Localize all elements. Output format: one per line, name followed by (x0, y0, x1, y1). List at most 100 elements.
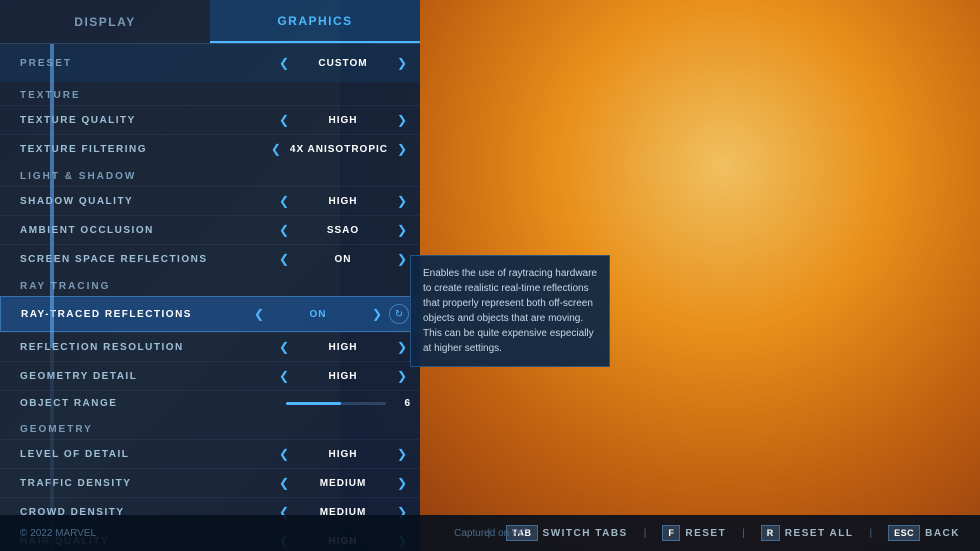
preset-control: ❮ CUSTOM ❯ (276, 56, 410, 70)
ambient-occlusion-value: SSAO (298, 225, 388, 236)
divider-4: | (869, 528, 872, 539)
f-key-label: RESET (685, 528, 726, 539)
divider-3: | (742, 528, 745, 539)
texture-quality-left[interactable]: ❮ (276, 113, 292, 127)
settings-panel: DISPLAY GRAPHICS PRESET ❮ CUSTOM ❯ TEXTU… (0, 0, 420, 551)
setting-ambient-occlusion: AMBIENT OCCLUSION ❮ SSAO ❯ (0, 215, 420, 244)
lod-label: LEVEL OF DETAIL (20, 449, 276, 460)
shadow-quality-label: SHADOW QUALITY (20, 196, 276, 207)
ssr-label: SCREEN SPACE REFLECTIONS (20, 254, 276, 265)
texture-filtering-label: TEXTURE FILTERING (20, 144, 268, 155)
tab-key-label: SWITCH TABS (543, 528, 628, 539)
shadow-quality-left[interactable]: ❮ (276, 194, 292, 208)
object-range-value: 6 (394, 398, 410, 409)
object-range-slider[interactable] (286, 402, 386, 405)
scroll-indicator (50, 44, 54, 551)
setting-object-range: OBJECT RANGE 6 (0, 390, 420, 416)
preset-label: PRESET (20, 58, 276, 69)
section-texture: TEXTURE (0, 82, 420, 105)
lod-left[interactable]: ❮ (276, 447, 292, 461)
ambient-occlusion-right[interactable]: ❯ (394, 223, 410, 237)
texture-filtering-left[interactable]: ❮ (268, 142, 284, 156)
r-key-label: RESET ALL (785, 528, 854, 539)
rtr-right[interactable]: ❯ (369, 307, 385, 321)
bottom-bar: © 2022 MARVEL Captured on PC | TAB SWITC… (0, 515, 980, 551)
esc-key-badge: ESC (888, 525, 920, 541)
texture-filtering-control: ❮ 4X ANISOTROPIC ❯ (268, 142, 410, 156)
f-shortcut: F RESET (662, 525, 726, 541)
traffic-density-right[interactable]: ❯ (394, 476, 410, 490)
setting-level-of-detail: LEVEL OF DETAIL ❮ HIGH ❯ (0, 439, 420, 468)
preset-value: CUSTOM (298, 58, 388, 69)
shadow-quality-value: HIGH (298, 196, 388, 207)
setting-geometry-detail: GEOMETRY DETAIL ❮ HIGH ❯ (0, 361, 420, 390)
traffic-density-left[interactable]: ❮ (276, 476, 292, 490)
reflection-res-label: REFLECTION RESOLUTION (20, 342, 276, 353)
r-key-badge: R (761, 525, 780, 541)
setting-texture-filtering: TEXTURE FILTERING ❮ 4X ANISOTROPIC ❯ (0, 134, 420, 163)
ssr-value: ON (298, 254, 388, 265)
f-key-badge: F (662, 525, 680, 541)
tab-graphics-label: GRAPHICS (277, 14, 352, 28)
shadow-quality-control: ❮ HIGH ❯ (276, 194, 410, 208)
texture-quality-label: TEXTURE QUALITY (20, 115, 276, 126)
captured-text: Captured on PC (454, 528, 526, 539)
tab-graphics[interactable]: GRAPHICS (210, 0, 420, 43)
traffic-density-control: ❮ MEDIUM ❯ (276, 476, 410, 490)
geometry-detail-value: HIGH (298, 371, 388, 382)
lod-right[interactable]: ❯ (394, 447, 410, 461)
tooltip-box: Enables the use of raytracing hardware t… (410, 255, 610, 367)
lod-value: HIGH (298, 449, 388, 460)
section-geometry: GEOMETRY (0, 416, 420, 439)
traffic-density-value: MEDIUM (298, 478, 388, 489)
texture-quality-control: ❮ HIGH ❯ (276, 113, 410, 127)
reflection-res-value: HIGH (298, 342, 388, 353)
bottom-controls: | TAB SWITCH TABS | F RESET | R RESET AL… (488, 525, 960, 541)
reflection-res-right[interactable]: ❯ (394, 340, 410, 354)
lod-control: ❮ HIGH ❯ (276, 447, 410, 461)
rtr-left[interactable]: ❮ (251, 307, 267, 321)
object-range-fill (286, 402, 341, 405)
rtr-refresh-button[interactable]: ↻ (389, 304, 409, 324)
ambient-occlusion-label: AMBIENT OCCLUSION (20, 225, 276, 236)
setting-ray-traced-reflections: RAY-TRACED REFLECTIONS ❮ ON ❯ ↻ (0, 296, 420, 332)
geometry-detail-left[interactable]: ❮ (276, 369, 292, 383)
tooltip-text: Enables the use of raytracing hardware t… (423, 268, 597, 354)
ambient-occlusion-left[interactable]: ❮ (276, 223, 292, 237)
preset-right-arrow[interactable]: ❯ (394, 56, 410, 70)
ssr-control: ❮ ON ❯ (276, 252, 410, 266)
geometry-detail-control: ❮ HIGH ❯ (276, 369, 410, 383)
preset-left-arrow[interactable]: ❮ (276, 56, 292, 70)
setting-shadow-quality: SHADOW QUALITY ❮ HIGH ❯ (0, 186, 420, 215)
copyright-text: © 2022 MARVEL (20, 528, 488, 539)
texture-quality-right[interactable]: ❯ (394, 113, 410, 127)
esc-shortcut: ESC BACK (888, 525, 960, 541)
rtr-value: ON (273, 309, 363, 320)
tab-display-label: DISPLAY (74, 15, 135, 29)
reflection-res-left[interactable]: ❮ (276, 340, 292, 354)
setting-screen-space-reflections: SCREEN SPACE REFLECTIONS ❮ ON ❯ (0, 244, 420, 273)
ssr-left[interactable]: ❮ (276, 252, 292, 266)
tab-display[interactable]: DISPLAY (0, 0, 210, 43)
tab-header: DISPLAY GRAPHICS (0, 0, 420, 44)
setting-traffic-density: TRAFFIC DENSITY ❮ MEDIUM ❯ (0, 468, 420, 497)
settings-content[interactable]: PRESET ❮ CUSTOM ❯ TEXTURE TEXTURE QUALIT… (0, 44, 420, 551)
divider-2: | (644, 528, 647, 539)
reflection-res-control: ❮ HIGH ❯ (276, 340, 410, 354)
texture-filtering-value: 4X ANISOTROPIC (290, 144, 388, 155)
ssr-right[interactable]: ❯ (394, 252, 410, 266)
rtr-control: ❮ ON ❯ (251, 307, 385, 321)
object-range-label: OBJECT RANGE (20, 398, 286, 409)
preset-row: PRESET ❮ CUSTOM ❯ (0, 44, 420, 82)
traffic-density-label: TRAFFIC DENSITY (20, 478, 276, 489)
geometry-detail-right[interactable]: ❯ (394, 369, 410, 383)
geometry-detail-label: GEOMETRY DETAIL (20, 371, 276, 382)
rtr-label: RAY-TRACED REFLECTIONS (21, 309, 251, 320)
texture-filtering-right[interactable]: ❯ (394, 142, 410, 156)
setting-reflection-resolution: REFLECTION RESOLUTION ❮ HIGH ❯ (0, 332, 420, 361)
ambient-occlusion-control: ❮ SSAO ❯ (276, 223, 410, 237)
shadow-quality-right[interactable]: ❯ (394, 194, 410, 208)
r-shortcut: R RESET ALL (761, 525, 854, 541)
scroll-thumb (50, 44, 54, 348)
setting-texture-quality: TEXTURE QUALITY ❮ HIGH ❯ (0, 105, 420, 134)
